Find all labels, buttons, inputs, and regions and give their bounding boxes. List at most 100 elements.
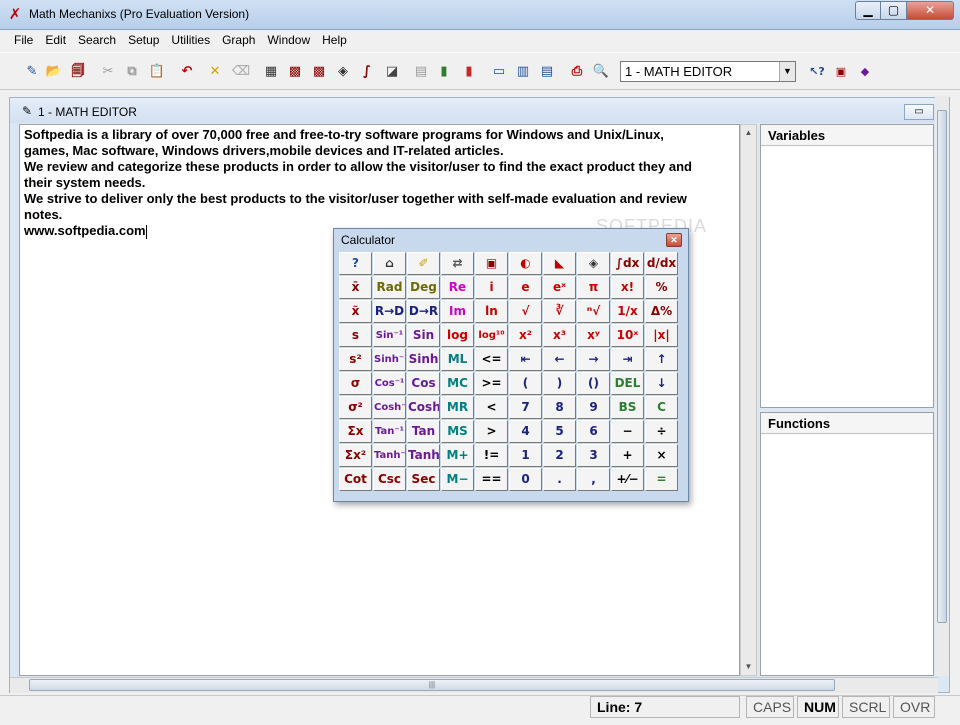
calc-key[interactable]: ⁿ√ <box>577 300 610 323</box>
calc-key[interactable]: <= <box>475 348 508 371</box>
graph-icon[interactable]: ◪ <box>381 61 403 83</box>
calculator-icon[interactable]: ▦ <box>260 61 282 83</box>
calc-key[interactable]: % <box>645 276 678 299</box>
calc-key[interactable]: ◈ <box>577 252 610 275</box>
calc-key[interactable]: Cos⁻¹ <box>373 372 406 395</box>
menu-file[interactable]: File <box>8 30 39 50</box>
menu-setup[interactable]: Setup <box>122 30 165 50</box>
scroll-up-icon[interactable]: ▲ <box>741 125 756 141</box>
calc-key[interactable]: Sin⁻¹ <box>373 324 406 347</box>
calc-key[interactable]: Tanh <box>407 444 440 467</box>
calc-key[interactable]: ( <box>509 372 542 395</box>
calc-key[interactable]: Rad <box>373 276 406 299</box>
calc-key[interactable]: x² <box>509 324 542 347</box>
bar-chart-icon[interactable]: ▮ <box>433 61 455 83</box>
duplicate-icon[interactable]: ⧉ <box>121 61 143 83</box>
calc-key[interactable]: M− <box>441 468 474 491</box>
calc-key[interactable]: BS <box>611 396 644 419</box>
book-icon[interactable]: ▣ <box>830 61 852 83</box>
calc-key[interactable]: + <box>611 444 644 467</box>
calc-key[interactable]: () <box>577 372 610 395</box>
menu-help[interactable]: Help <box>316 30 353 50</box>
calc-key[interactable]: ↓ <box>645 372 678 395</box>
calc-key[interactable]: == <box>475 468 508 491</box>
pencil-icon[interactable]: ✎ <box>21 61 43 83</box>
horizontal-scroll-thumb[interactable]: ||| <box>29 679 835 691</box>
calc-key[interactable]: , <box>577 468 610 491</box>
calc-key[interactable]: x! <box>611 276 644 299</box>
calc-key[interactable]: 2 <box>543 444 576 467</box>
calc-key[interactable]: ⌂ <box>373 252 406 275</box>
copy-doc-icon[interactable]: 🗐 <box>67 61 89 83</box>
calc-key[interactable]: Sec <box>407 468 440 491</box>
calc-key[interactable]: Cosh <box>407 396 440 419</box>
calc-key[interactable]: Tan⁻¹ <box>373 420 406 443</box>
calc-key[interactable]: Sinh <box>407 348 440 371</box>
menu-window[interactable]: Window <box>261 30 316 50</box>
calc-key[interactable]: 4 <box>509 420 542 443</box>
calc-key[interactable]: − <box>611 420 644 443</box>
calc-key[interactable]: d/dx <box>645 252 678 275</box>
diamond-icon[interactable]: ◈ <box>332 61 354 83</box>
calc-key[interactable]: Δ% <box>645 300 678 323</box>
matrix-solve-icon[interactable]: ▩ <box>308 61 330 83</box>
matrix-icon[interactable]: ▩ <box>284 61 306 83</box>
calc-key[interactable]: != <box>475 444 508 467</box>
calc-key[interactable]: 6 <box>577 420 610 443</box>
calc-key[interactable]: ∛ <box>543 300 576 323</box>
calc-key[interactable]: x̄ <box>339 276 372 299</box>
paste-icon[interactable]: 📋 <box>146 61 168 83</box>
menu-edit[interactable]: Edit <box>39 30 72 50</box>
calc-key[interactable]: = <box>645 468 678 491</box>
calc-key[interactable]: σ <box>339 372 372 395</box>
calc-key[interactable]: Σx <box>339 420 372 443</box>
calc-key[interactable]: < <box>475 396 508 419</box>
calc-key[interactable]: M+ <box>441 444 474 467</box>
calc-key[interactable]: MC <box>441 372 474 395</box>
calc-key[interactable]: Cot <box>339 468 372 491</box>
calc-key[interactable]: Deg <box>407 276 440 299</box>
calc-key[interactable]: ⇥ <box>611 348 644 371</box>
calc-key[interactable]: √ <box>509 300 542 323</box>
calc-key[interactable]: Tan <box>407 420 440 443</box>
open-icon[interactable]: 📂 <box>43 61 65 83</box>
calc-key[interactable]: >= <box>475 372 508 395</box>
calc-key[interactable]: MR <box>441 396 474 419</box>
calc-key[interactable]: |x| <box>645 324 678 347</box>
maximize-button[interactable]: ▢ <box>881 1 907 20</box>
calc-key[interactable]: log¹⁰ <box>475 324 508 347</box>
calc-key[interactable]: × <box>645 444 678 467</box>
calc-key[interactable]: e <box>509 276 542 299</box>
close-button[interactable]: ✕ <box>907 1 954 20</box>
eraser-icon[interactable]: ✕ <box>204 61 226 83</box>
calc-key[interactable]: xʸ <box>577 324 610 347</box>
calc-key[interactable]: ? <box>339 252 372 275</box>
calc-key[interactable]: ∫dx <box>611 252 644 275</box>
calc-key[interactable]: D→R <box>407 300 440 323</box>
calc-key[interactable]: ← <box>543 348 576 371</box>
calc-key[interactable]: ) <box>543 372 576 395</box>
calc-key[interactable]: ⇄ <box>441 252 474 275</box>
cascade-icon[interactable]: ▤ <box>536 61 558 83</box>
calc-key[interactable]: ln <box>475 300 508 323</box>
notes-icon[interactable]: ▤ <box>410 61 432 83</box>
calc-key[interactable]: 0 <box>509 468 542 491</box>
calc-key[interactable]: σ² <box>339 396 372 419</box>
calc-key[interactable]: Re <box>441 276 474 299</box>
window-vertical-scroll-thumb[interactable] <box>937 110 947 623</box>
calc-key[interactable]: π <box>577 276 610 299</box>
derivative-icon[interactable]: ∫ <box>356 61 378 83</box>
calc-key[interactable]: Csc <box>373 468 406 491</box>
calc-key[interactable]: Cosh⁻¹ <box>373 396 406 419</box>
calc-key[interactable]: ↑ <box>645 348 678 371</box>
calc-key[interactable]: Sin <box>407 324 440 347</box>
menu-search[interactable]: Search <box>72 30 122 50</box>
calc-key[interactable]: > <box>475 420 508 443</box>
calc-key[interactable]: 3 <box>577 444 610 467</box>
cut-icon[interactable]: ✂ <box>97 61 119 83</box>
books-icon[interactable]: ◆ <box>854 61 876 83</box>
calc-key[interactable]: 9 <box>577 396 610 419</box>
calc-key[interactable]: 1/x <box>611 300 644 323</box>
clear-icon[interactable]: ⌫ <box>230 61 252 83</box>
menu-utilities[interactable]: Utilities <box>165 30 216 50</box>
